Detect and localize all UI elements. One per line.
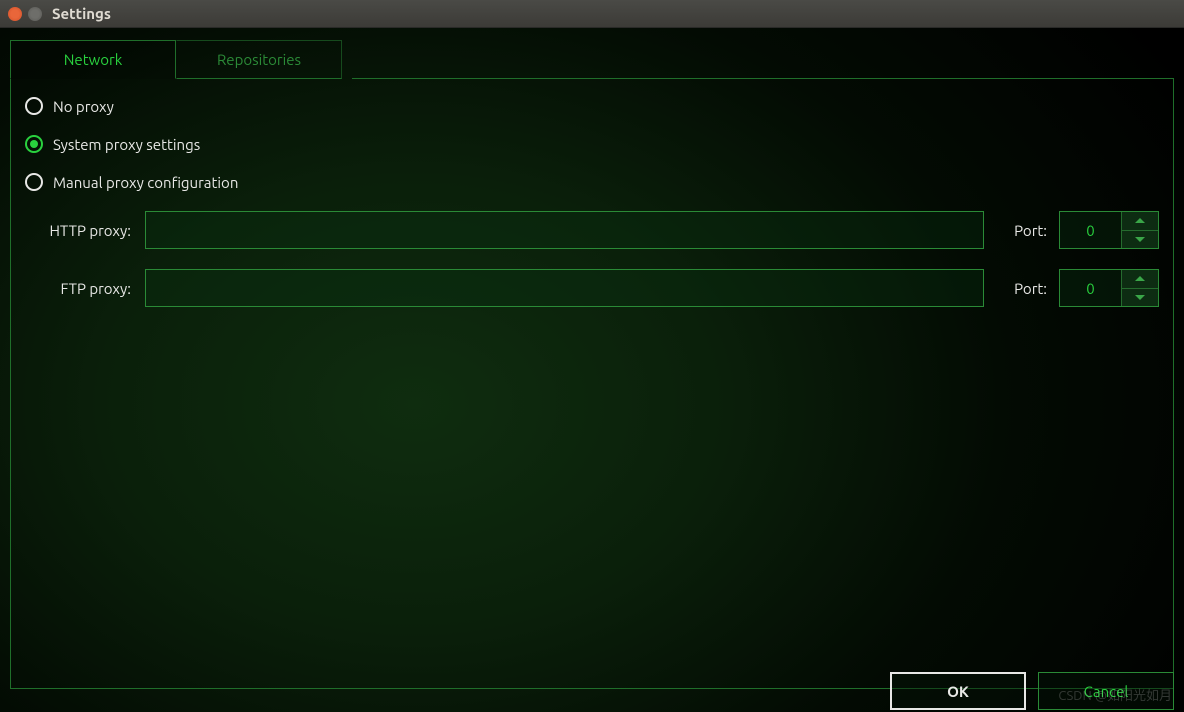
- spin-down-button[interactable]: [1122, 231, 1158, 249]
- minimize-icon[interactable]: [28, 7, 42, 21]
- tab-row: Network Repositories: [0, 28, 1184, 79]
- ok-button[interactable]: OK: [890, 672, 1026, 710]
- ftp-port-label: Port:: [1014, 280, 1047, 297]
- radio-selected-icon: [30, 140, 38, 148]
- http-proxy-input[interactable]: [145, 211, 984, 249]
- radio-no-proxy[interactable]: No proxy: [25, 97, 1159, 115]
- radio-icon: [25, 173, 43, 191]
- ftp-proxy-label: FTP proxy:: [25, 280, 137, 297]
- chevron-down-icon: [1135, 237, 1145, 242]
- cancel-button[interactable]: Cancel: [1038, 672, 1174, 710]
- chevron-down-icon: [1135, 295, 1145, 300]
- chevron-up-icon: [1135, 276, 1145, 281]
- http-proxy-label: HTTP proxy:: [25, 222, 137, 239]
- button-bar: OK Cancel: [890, 672, 1174, 710]
- content-area: Network Repositories No proxy System pro…: [0, 28, 1184, 712]
- ftp-port-spinner[interactable]: 0: [1059, 269, 1159, 307]
- spinner-buttons: [1122, 270, 1158, 306]
- http-port-value[interactable]: 0: [1060, 212, 1122, 248]
- close-icon[interactable]: [8, 7, 22, 21]
- chevron-up-icon: [1135, 218, 1145, 223]
- radio-label: Manual proxy configuration: [53, 174, 238, 191]
- radio-label: System proxy settings: [53, 136, 200, 153]
- radio-manual-proxy[interactable]: Manual proxy configuration: [25, 173, 1159, 191]
- window-title: Settings: [52, 5, 111, 22]
- radio-label: No proxy: [53, 98, 114, 115]
- ftp-proxy-input[interactable]: [145, 269, 984, 307]
- tab-repositories[interactable]: Repositories: [176, 40, 342, 79]
- ftp-proxy-row: FTP proxy: Port: 0: [25, 269, 1159, 307]
- ftp-port-value[interactable]: 0: [1060, 270, 1122, 306]
- radio-system-proxy[interactable]: System proxy settings: [25, 135, 1159, 153]
- titlebar: Settings: [0, 0, 1184, 28]
- radio-icon: [25, 97, 43, 115]
- spin-up-button[interactable]: [1122, 212, 1158, 231]
- spinner-buttons: [1122, 212, 1158, 248]
- spin-up-button[interactable]: [1122, 270, 1158, 289]
- window-controls: [8, 7, 42, 21]
- http-port-spinner[interactable]: 0: [1059, 211, 1159, 249]
- tab-network[interactable]: Network: [10, 40, 176, 79]
- spin-down-button[interactable]: [1122, 289, 1158, 307]
- http-port-label: Port:: [1014, 222, 1047, 239]
- radio-icon: [25, 135, 43, 153]
- network-panel: No proxy System proxy settings Manual pr…: [10, 79, 1174, 689]
- http-proxy-row: HTTP proxy: Port: 0: [25, 211, 1159, 249]
- proxy-fields: HTTP proxy: Port: 0 FTP proxy: Port: 0: [25, 211, 1159, 307]
